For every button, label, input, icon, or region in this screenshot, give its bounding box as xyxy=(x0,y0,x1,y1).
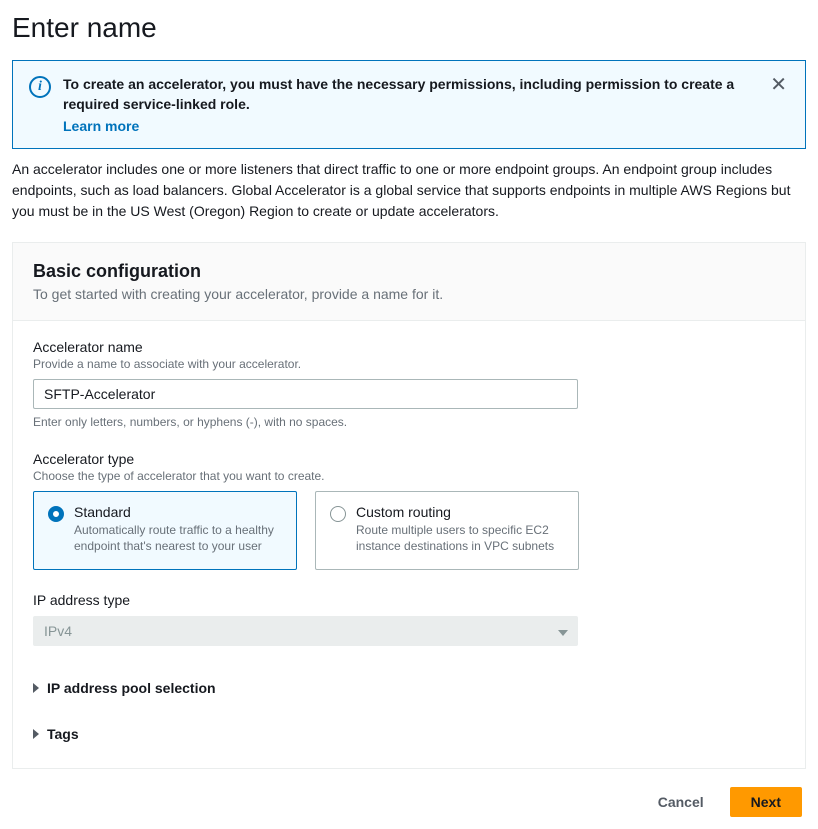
accelerator-name-help: Provide a name to associate with your ac… xyxy=(33,357,785,371)
accelerator-name-hint: Enter only letters, numbers, or hyphens … xyxy=(33,415,785,429)
footer-buttons: Cancel Next xyxy=(12,787,806,817)
cancel-button[interactable]: Cancel xyxy=(638,787,724,817)
tile-standard[interactable]: Standard Automatically route traffic to … xyxy=(33,491,297,569)
intro-text: An accelerator includes one or more list… xyxy=(12,159,806,222)
accelerator-type-label: Accelerator type xyxy=(33,451,785,467)
accelerator-type-help: Choose the type of accelerator that you … xyxy=(33,469,785,483)
tile-custom-title: Custom routing xyxy=(356,504,564,520)
caret-right-icon xyxy=(33,729,39,739)
close-icon[interactable]: ✕ xyxy=(764,73,793,97)
accelerator-name-label: Accelerator name xyxy=(33,339,785,355)
radio-custom-icon xyxy=(330,506,346,522)
alert-text: To create an accelerator, you must have … xyxy=(63,75,789,114)
accelerator-name-input[interactable] xyxy=(33,379,578,409)
panel-title: Basic configuration xyxy=(33,261,785,282)
tile-custom-desc: Route multiple users to specific EC2 ins… xyxy=(356,522,564,554)
basic-config-panel: Basic configuration To get started with … xyxy=(12,242,806,768)
learn-more-link[interactable]: Learn more xyxy=(63,118,139,134)
accelerator-name-field: Accelerator name Provide a name to assoc… xyxy=(33,339,785,429)
alert-body: To create an accelerator, you must have … xyxy=(63,75,789,134)
ip-address-type-label: IP address type xyxy=(33,592,785,608)
radio-standard-icon xyxy=(48,506,64,522)
tile-standard-desc: Automatically route traffic to a healthy… xyxy=(74,522,282,554)
page-title: Enter name xyxy=(12,12,806,44)
info-alert: i To create an accelerator, you must hav… xyxy=(12,60,806,149)
tags-label: Tags xyxy=(47,726,79,742)
ip-address-pool-label: IP address pool selection xyxy=(47,680,216,696)
caret-right-icon xyxy=(33,683,39,693)
ip-address-pool-expander[interactable]: IP address pool selection xyxy=(33,672,216,704)
info-icon: i xyxy=(29,76,51,98)
panel-subtitle: To get started with creating your accele… xyxy=(33,286,785,302)
accelerator-type-field: Accelerator type Choose the type of acce… xyxy=(33,451,785,569)
ip-address-type-select: IPv4 xyxy=(33,616,578,646)
tile-standard-title: Standard xyxy=(74,504,282,520)
ip-address-type-field: IP address type IPv4 xyxy=(33,592,785,646)
tile-custom-routing[interactable]: Custom routing Route multiple users to s… xyxy=(315,491,579,569)
next-button[interactable]: Next xyxy=(730,787,802,817)
panel-header: Basic configuration To get started with … xyxy=(13,243,805,321)
tags-expander[interactable]: Tags xyxy=(33,718,79,750)
